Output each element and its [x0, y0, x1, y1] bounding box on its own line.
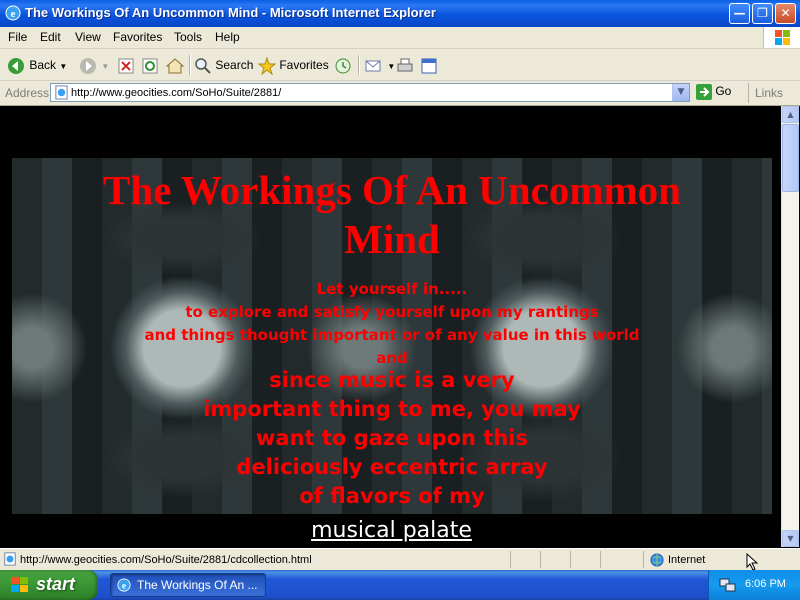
taskbar-ie-window-button[interactable]: e The Workings Of An ... [110, 573, 266, 597]
links-button[interactable]: Links [748, 83, 800, 103]
status-pane-divider [600, 551, 601, 568]
close-button[interactable]: ✕ [775, 3, 796, 24]
menu-edit[interactable]: Edit [40, 30, 61, 44]
music-line: of flavors of my [299, 484, 485, 508]
intro-line: and things thought important or of any v… [144, 326, 640, 344]
address-label: Address [5, 86, 50, 100]
url-input[interactable] [71, 85, 651, 100]
mail-dropdown-icon: ▼ [387, 62, 396, 71]
status-pane-divider [510, 551, 511, 568]
menu-tools[interactable]: Tools [174, 30, 202, 44]
music-line: since music is a very [269, 368, 515, 392]
printer-icon [397, 58, 413, 72]
status-bar: http://www.geocities.com/SoHo/Suite/2881… [0, 548, 800, 571]
page-heading-line2: Mind [344, 216, 440, 262]
back-label: Back [29, 58, 57, 72]
back-button[interactable]: Back ▼ [6, 54, 67, 76]
stop-button[interactable] [117, 54, 135, 76]
status-pane-divider [540, 551, 541, 568]
forward-arrow-icon [80, 57, 96, 74]
taskbar: start e The Workings Of An ... 6:06 PM [0, 570, 800, 600]
window-title: The Workings Of An Uncommon Mind - Micro… [25, 5, 436, 20]
scroll-down-button[interactable]: ▼ [782, 530, 799, 547]
history-icon [335, 58, 351, 74]
svg-text:e: e [11, 8, 16, 20]
banner-image: The Workings Of An Uncommon Mind Let you… [12, 158, 772, 514]
taskbar-window-label: The Workings Of An ... [137, 578, 258, 592]
page-status-icon [4, 552, 16, 566]
windows-flag-icon [11, 577, 28, 592]
search-label: Search [215, 58, 254, 72]
address-dropdown-icon[interactable]: ▼ [672, 84, 689, 101]
page-heading: The Workings Of An Uncommon Mind [12, 166, 772, 264]
toolbar: Back ▼ ▼ Search Favorites ▼ [0, 49, 800, 81]
refresh-icon [142, 58, 158, 74]
mail-icon [365, 60, 381, 72]
musical-palate-link[interactable]: musical palate [2, 518, 781, 543]
status-text: http://www.geocities.com/SoHo/Suite/2881… [20, 554, 312, 566]
windows-logo-icon [763, 27, 800, 48]
favorites-label: Favorites [279, 58, 329, 72]
search-button[interactable]: Search [194, 54, 253, 76]
ie-icon: e [5, 5, 21, 21]
stop-icon [118, 58, 134, 74]
system-tray: 6:06 PM [708, 570, 800, 600]
start-label: start [36, 574, 76, 594]
music-line: important thing to me, you may [203, 397, 581, 421]
menu-favorites[interactable]: Favorites [113, 30, 162, 44]
go-button[interactable]: Go [696, 84, 731, 100]
mouse-pointer-icon [746, 553, 759, 571]
maximize-button[interactable]: ❐ [752, 3, 773, 24]
forward-dropdown-icon: ▼ [101, 62, 110, 71]
edit-page-icon [421, 58, 437, 74]
clock: 6:06 PM [745, 578, 786, 590]
address-field[interactable]: ▼ [50, 83, 690, 102]
forward-button[interactable]: ▼ [78, 54, 109, 76]
internet-zone-icon [650, 553, 664, 567]
intro-line: to explore and satisfy yourself upon my … [185, 303, 599, 321]
start-button[interactable]: start [0, 570, 98, 600]
back-arrow-icon [8, 57, 24, 74]
menu-view[interactable]: View [75, 30, 101, 44]
address-bar: Address ▼ Go Links [0, 81, 800, 106]
mail-button[interactable]: ▼ [364, 54, 395, 76]
scroll-up-button[interactable]: ▲ [782, 106, 799, 123]
page-icon [55, 85, 68, 100]
go-label: Go [715, 84, 732, 99]
minimize-button[interactable]: — [729, 3, 750, 24]
home-icon [165, 58, 185, 74]
search-icon [195, 58, 211, 74]
favorites-button[interactable]: Favorites [257, 54, 329, 76]
ie-icon: e [117, 578, 131, 592]
back-dropdown-icon: ▼ [59, 62, 68, 71]
music-line: deliciously eccentric array [236, 455, 548, 479]
vertical-scrollbar[interactable]: ▲ ▼ [781, 106, 799, 547]
scroll-thumb[interactable] [782, 124, 799, 192]
go-arrow-icon [696, 84, 712, 100]
music-text: since music is a very important thing to… [12, 366, 772, 511]
menu-file[interactable]: File [8, 30, 27, 44]
toolbar-separator [358, 55, 360, 75]
menu-bar: File Edit View Favorites Tools Help [0, 27, 800, 49]
title-bar: e The Workings Of An Uncommon Mind - Mic… [0, 0, 800, 27]
page-heading-line1: The Workings Of An Uncommon [103, 167, 681, 213]
refresh-button[interactable] [141, 54, 159, 76]
intro-text: Let yourself in..... to explore and sati… [12, 278, 772, 370]
home-button[interactable] [165, 54, 185, 76]
page-content: The Workings Of An Uncommon Mind Let you… [2, 106, 781, 547]
print-button[interactable] [396, 54, 414, 76]
star-icon [257, 56, 277, 76]
edit-button[interactable] [420, 54, 438, 76]
svg-text:e: e [122, 581, 127, 592]
network-icon[interactable] [719, 577, 737, 593]
history-button[interactable] [334, 54, 352, 76]
intro-line: Let yourself in..... [316, 280, 468, 298]
toolbar-separator [189, 55, 191, 75]
security-zone-label: Internet [668, 554, 706, 566]
status-pane-divider [570, 551, 571, 568]
status-pane-divider [643, 551, 644, 568]
menu-help[interactable]: Help [215, 30, 240, 44]
music-line: want to gaze upon this [256, 426, 528, 450]
